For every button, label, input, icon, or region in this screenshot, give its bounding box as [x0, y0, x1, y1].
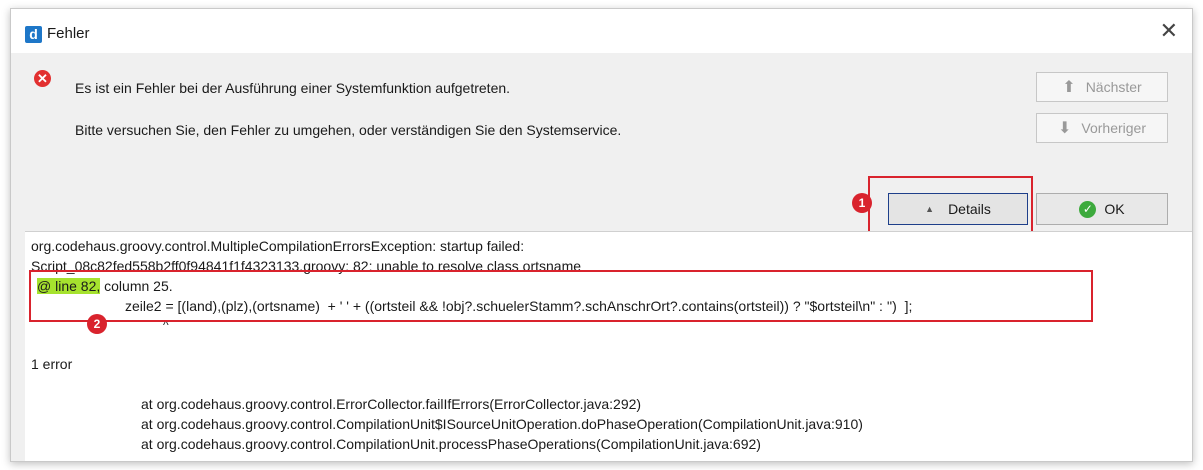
- next-button-label: Nächster: [1085, 79, 1142, 95]
- error-message: Es ist ein Fehler bei der Ausführung ein…: [75, 80, 511, 96]
- dialog-title: Fehler: [47, 25, 90, 42]
- check-icon: ✓: [1079, 200, 1097, 218]
- message-area: ✕ Es ist ein Fehler bei der Ausführung e…: [11, 53, 1192, 242]
- arrow-up-icon: ⬆: [1062, 79, 1076, 96]
- close-icon[interactable]: ✕: [1160, 20, 1178, 42]
- annotation-box-2: [29, 270, 1093, 322]
- annotation-marker-1: 1: [852, 193, 872, 213]
- next-button[interactable]: ⬆ Nächster: [1036, 72, 1168, 102]
- stack-trace-line: at org.codehaus.groovy.control.Compilati…: [141, 436, 761, 452]
- stack-trace-line: at org.codehaus.groovy.control.ErrorColl…: [141, 396, 642, 412]
- annotation-marker-2: 2: [87, 314, 107, 334]
- error-hint: Bitte versuchen Sie, den Fehler zu umgeh…: [75, 122, 622, 138]
- error-count: 1 error: [31, 356, 73, 372]
- previous-button-label: Vorheriger: [1081, 120, 1146, 136]
- title-bar: d Fehler ✕: [11, 9, 1192, 53]
- details-panel[interactable]: org.codehaus.groovy.control.MultipleComp…: [25, 231, 1192, 461]
- previous-button[interactable]: ⬇ Vorheriger: [1036, 113, 1168, 143]
- stack-trace-line: at org.codehaus.groovy.control.Compilati…: [141, 416, 863, 432]
- ok-button[interactable]: ✓ OK: [1036, 193, 1168, 225]
- details-line: org.codehaus.groovy.control.MultipleComp…: [31, 238, 525, 254]
- error-dialog: d Fehler ✕ ✕ Es ist ein Fehler bei der A…: [10, 8, 1193, 462]
- ok-button-label: OK: [1104, 201, 1125, 217]
- arrow-down-icon: ⬇: [1058, 120, 1072, 137]
- error-icon: ✕: [34, 70, 51, 87]
- app-icon: d: [25, 26, 42, 43]
